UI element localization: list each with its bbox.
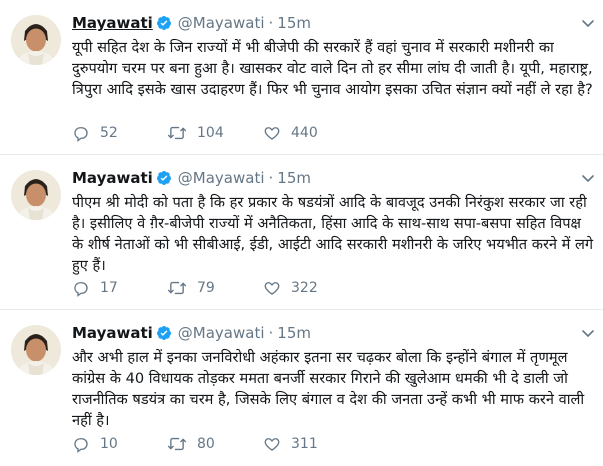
tweet-actions: 52 104 440 xyxy=(72,124,353,142)
reply-icon xyxy=(72,124,90,142)
like-count: 311 xyxy=(291,436,318,452)
like-icon xyxy=(263,124,281,142)
retweet-icon xyxy=(167,279,187,297)
chevron-down-icon[interactable] xyxy=(581,14,595,28)
timestamp[interactable]: 15m xyxy=(277,14,311,32)
chevron-down-icon[interactable] xyxy=(581,324,595,338)
avatar[interactable] xyxy=(11,15,61,65)
author-handle[interactable]: @Mayawati xyxy=(178,14,265,32)
retweet-icon xyxy=(167,124,187,142)
like-button[interactable]: 440 xyxy=(263,124,353,142)
retweet-count: 104 xyxy=(197,125,224,141)
retweet-count: 79 xyxy=(197,280,215,296)
retweet-count: 80 xyxy=(197,436,215,452)
tweet-content: Mayawati @Mayawati · 15m और अभी हाल में … xyxy=(72,322,595,431)
reply-button[interactable]: 52 xyxy=(72,124,167,142)
reply-count: 10 xyxy=(100,436,118,452)
timestamp[interactable]: 15m xyxy=(277,169,311,187)
tweet-actions: 10 80 311 xyxy=(72,435,353,453)
tweet[interactable]: Mayawati @Mayawati · 15m और अभी हाल में … xyxy=(0,310,603,466)
verified-badge-icon xyxy=(156,15,172,31)
tweet[interactable]: Mayawati @Mayawati · 15m पीएम श्री मोदी … xyxy=(0,155,603,310)
reply-icon xyxy=(72,279,90,297)
like-icon xyxy=(263,435,281,453)
tweet-content: Mayawati @Mayawati · 15m यूपी सहित देश क… xyxy=(72,12,595,100)
separator-dot: · xyxy=(268,169,274,187)
tweet-header: Mayawati @Mayawati · 15m xyxy=(72,12,595,34)
retweet-button[interactable]: 104 xyxy=(167,124,263,142)
author-handle[interactable]: @Mayawati xyxy=(178,169,265,187)
chevron-down-icon[interactable] xyxy=(581,169,595,183)
verified-badge-icon xyxy=(156,170,172,186)
tweet-header: Mayawati @Mayawati · 15m xyxy=(72,322,595,344)
verified-badge-icon xyxy=(156,325,172,341)
reply-button[interactable]: 10 xyxy=(72,435,167,453)
like-button[interactable]: 311 xyxy=(263,435,353,453)
author-name[interactable]: Mayawati xyxy=(72,169,153,187)
tweet-feed: Mayawati @Mayawati · 15m यूपी सहित देश क… xyxy=(0,0,603,466)
reply-icon xyxy=(72,435,90,453)
tweet-header: Mayawati @Mayawati · 15m xyxy=(72,167,595,189)
tweet-text: पीएम श्री मोदी को पता है कि हर प्रकार के… xyxy=(72,194,594,274)
tweet-text: और अभी हाल में इनका जनविरोधी अहंकार इतना… xyxy=(72,349,585,429)
reply-count: 52 xyxy=(100,125,118,141)
author-name[interactable]: Mayawati xyxy=(72,14,153,32)
tweet-content: Mayawati @Mayawati · 15m पीएम श्री मोदी … xyxy=(72,167,595,276)
author-handle[interactable]: @Mayawati xyxy=(178,324,265,342)
author-name[interactable]: Mayawati xyxy=(72,324,153,342)
tweet[interactable]: Mayawati @Mayawati · 15m यूपी सहित देश क… xyxy=(0,0,603,155)
timestamp[interactable]: 15m xyxy=(277,324,311,342)
retweet-button[interactable]: 79 xyxy=(167,279,263,297)
reply-button[interactable]: 17 xyxy=(72,279,167,297)
like-icon xyxy=(263,279,281,297)
reply-count: 17 xyxy=(100,280,118,296)
separator-dot: · xyxy=(268,14,274,32)
retweet-icon xyxy=(167,435,187,453)
like-count: 322 xyxy=(291,280,318,296)
avatar[interactable] xyxy=(11,325,61,375)
like-button[interactable]: 322 xyxy=(263,279,353,297)
retweet-button[interactable]: 80 xyxy=(167,435,263,453)
separator-dot: · xyxy=(268,324,274,342)
tweet-actions: 17 79 322 xyxy=(72,279,353,297)
avatar[interactable] xyxy=(11,170,61,220)
like-count: 440 xyxy=(291,125,318,141)
tweet-text: यूपी सहित देश के जिन राज्यों में भी बीजे… xyxy=(72,39,593,98)
